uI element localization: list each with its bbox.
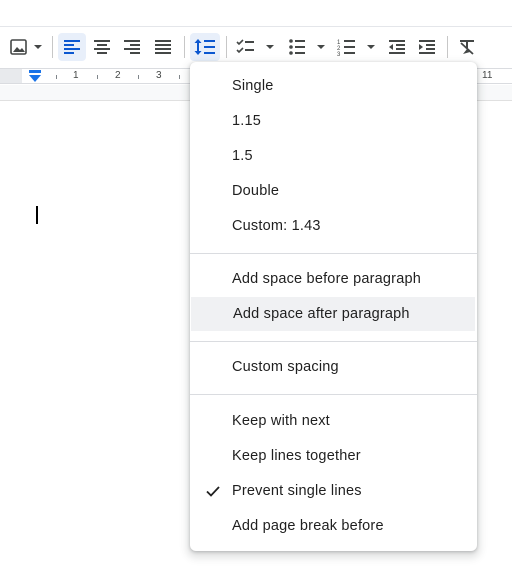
menu-item-double[interactable]: Double <box>190 174 477 208</box>
menu-item-prevent-single-lines[interactable]: Prevent single lines <box>190 474 477 508</box>
toolbar-separator <box>184 36 185 58</box>
menu-item-page-break-before[interactable]: Add page break before <box>190 509 477 543</box>
ruler-tick <box>138 75 139 79</box>
align-left-button[interactable] <box>58 33 86 61</box>
align-center-button[interactable] <box>88 33 116 61</box>
toolbar-separator <box>447 36 448 58</box>
ruler-number: 11 <box>482 70 493 81</box>
menu-separator <box>190 394 477 395</box>
menu-separator <box>190 253 477 254</box>
numbered-list-icon: 1 2 3 <box>337 40 375 56</box>
decrease-indent-icon <box>389 40 405 54</box>
line-spacing-button[interactable] <box>190 33 220 61</box>
ruler-margin <box>0 69 22 83</box>
align-left-icon <box>64 40 80 54</box>
decrease-indent-button[interactable] <box>384 33 410 61</box>
menu-item-keep-lines-together[interactable]: Keep lines together <box>190 439 477 473</box>
line-spacing-menu: Single 1.15 1.5 Double Custom: 1.43 Add … <box>190 62 477 551</box>
clear-formatting-icon <box>460 40 474 55</box>
justify-icon <box>155 40 171 54</box>
image-icon <box>10 39 42 55</box>
ruler-tick <box>179 75 180 79</box>
toolbar-separator <box>226 36 227 58</box>
align-right-button[interactable] <box>118 33 146 61</box>
text-cursor <box>36 206 38 224</box>
align-center-icon <box>94 40 110 54</box>
checkmark-icon <box>206 486 220 497</box>
checklist-button[interactable] <box>234 33 278 61</box>
menu-item-custom-value[interactable]: Custom: 1.43 <box>190 209 477 243</box>
checklist-icon <box>236 39 274 54</box>
menu-item-1-15[interactable]: 1.15 <box>190 104 477 138</box>
menu-item-label: Prevent single lines <box>232 483 362 499</box>
menu-item-space-before[interactable]: Add space before paragraph <box>190 262 477 296</box>
ruler-number: 3 <box>156 70 162 81</box>
menu-item-single[interactable]: Single <box>190 69 477 103</box>
ruler-tick <box>97 75 98 79</box>
insert-image-button[interactable] <box>8 33 46 61</box>
menu-item-space-after[interactable]: Add space after paragraph <box>191 297 475 331</box>
ruler-number: 1 <box>73 70 79 81</box>
justify-button[interactable] <box>149 33 177 61</box>
clear-formatting-button[interactable] <box>454 33 480 61</box>
numbered-list-button[interactable]: 1 2 3 <box>334 33 378 61</box>
svg-text:3: 3 <box>337 52 341 56</box>
menu-bar-area <box>0 0 512 27</box>
menu-separator <box>190 341 477 342</box>
menu-item-custom-spacing[interactable]: Custom spacing <box>190 350 477 384</box>
menu-item-keep-with-next[interactable]: Keep with next <box>190 404 477 438</box>
increase-indent-icon <box>419 40 435 54</box>
ruler-number: 2 <box>115 70 121 81</box>
bulleted-list-icon <box>289 39 325 55</box>
increase-indent-button[interactable] <box>414 33 440 61</box>
line-spacing-icon <box>194 39 215 55</box>
docs-window: 1 2 3 1 2 3 11 Single 1.15 1.5 Double Cu… <box>0 0 512 582</box>
bulleted-list-button[interactable] <box>284 33 328 61</box>
menu-item-1-5[interactable]: 1.5 <box>190 139 477 173</box>
ruler-tick <box>56 75 57 79</box>
indent-marker-icon[interactable] <box>28 70 42 84</box>
align-right-icon <box>124 40 140 54</box>
toolbar-separator <box>52 36 53 58</box>
